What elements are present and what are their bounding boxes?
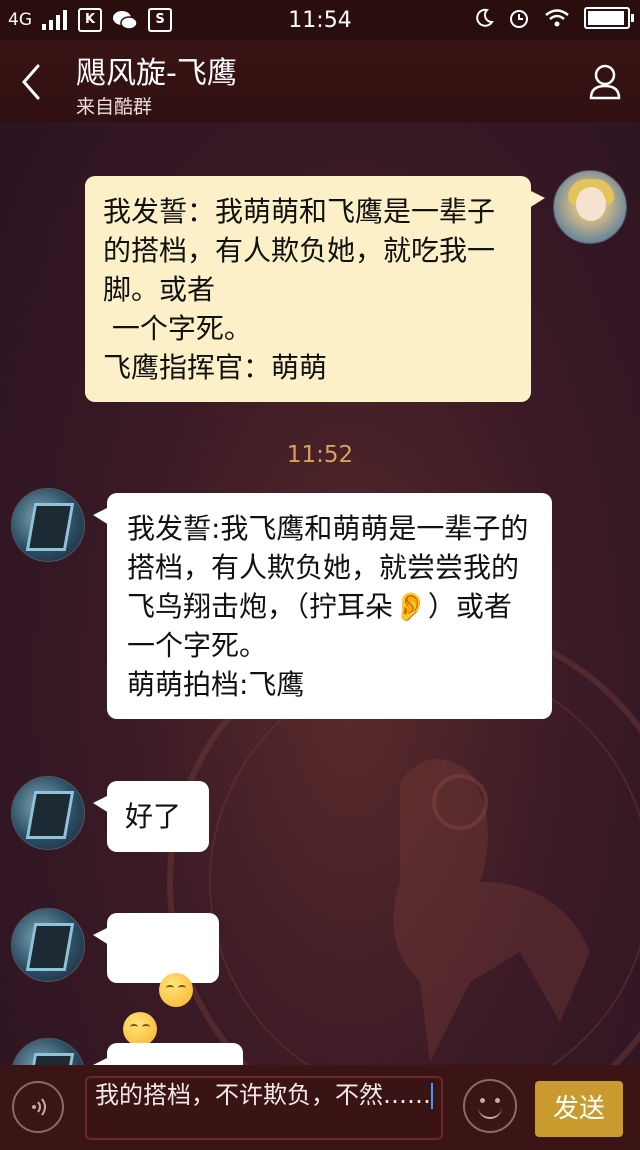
message-bubble[interactable]: 好了 xyxy=(93,781,209,852)
profile-icon[interactable] xyxy=(588,62,622,102)
wifi-icon xyxy=(545,9,569,27)
message-input-text: 我的搭档，不许欺负，不然…… xyxy=(95,1081,431,1109)
message-list[interactable]: 我发誓：我萌萌和飞鹰是一辈子的搭档，有人欺负她，就吃我一脚。或者 一个字死。 飞… xyxy=(0,122,640,1065)
message-bubble[interactable]: 我发誓：我萌萌和飞鹰是一辈子的搭档，有人欺负她，就吃我一脚。或者 一个字死。 飞… xyxy=(85,176,545,402)
chat-header: 飓风旋-飞鹰 来自酷群 xyxy=(0,40,640,122)
smile-emoji-icon xyxy=(123,1012,157,1046)
input-bar: 我的搭档，不许欺负，不然…… 发送 xyxy=(0,1065,640,1150)
status-bar: 4G K S 11:54 xyxy=(0,0,640,40)
emoji-button[interactable] xyxy=(463,1079,517,1133)
message-bubble[interactable] xyxy=(93,1043,243,1065)
voice-icon xyxy=(32,1098,46,1116)
battery-icon xyxy=(584,7,634,29)
alarm-icon xyxy=(510,10,528,28)
send-button[interactable]: 发送 xyxy=(535,1081,623,1137)
text-cursor xyxy=(431,1083,433,1109)
chat-title: 飓风旋-飞鹰 xyxy=(76,56,237,91)
back-arrow-icon[interactable] xyxy=(16,62,50,102)
message-bubble[interactable]: 我发誓:我飞鹰和萌萌是一辈子的搭档，有人欺负她，就尝尝我的飞鸟翔击炮，（拧耳朵👂… xyxy=(93,493,552,719)
contact-avatar[interactable] xyxy=(11,908,85,982)
voice-input-button[interactable] xyxy=(12,1081,64,1133)
moon-icon xyxy=(476,8,494,27)
message-input[interactable]: 我的搭档，不许欺负，不然…… xyxy=(85,1076,443,1140)
message-bubble[interactable] xyxy=(93,913,219,1046)
contact-avatar[interactable] xyxy=(11,488,85,562)
contact-avatar[interactable] xyxy=(11,776,85,850)
smile-emoji-icon xyxy=(158,973,193,1007)
message-timestamp: 11:52 xyxy=(286,442,354,468)
chat-subtitle: 来自酷群 xyxy=(76,96,153,118)
my-avatar[interactable] xyxy=(553,170,627,244)
